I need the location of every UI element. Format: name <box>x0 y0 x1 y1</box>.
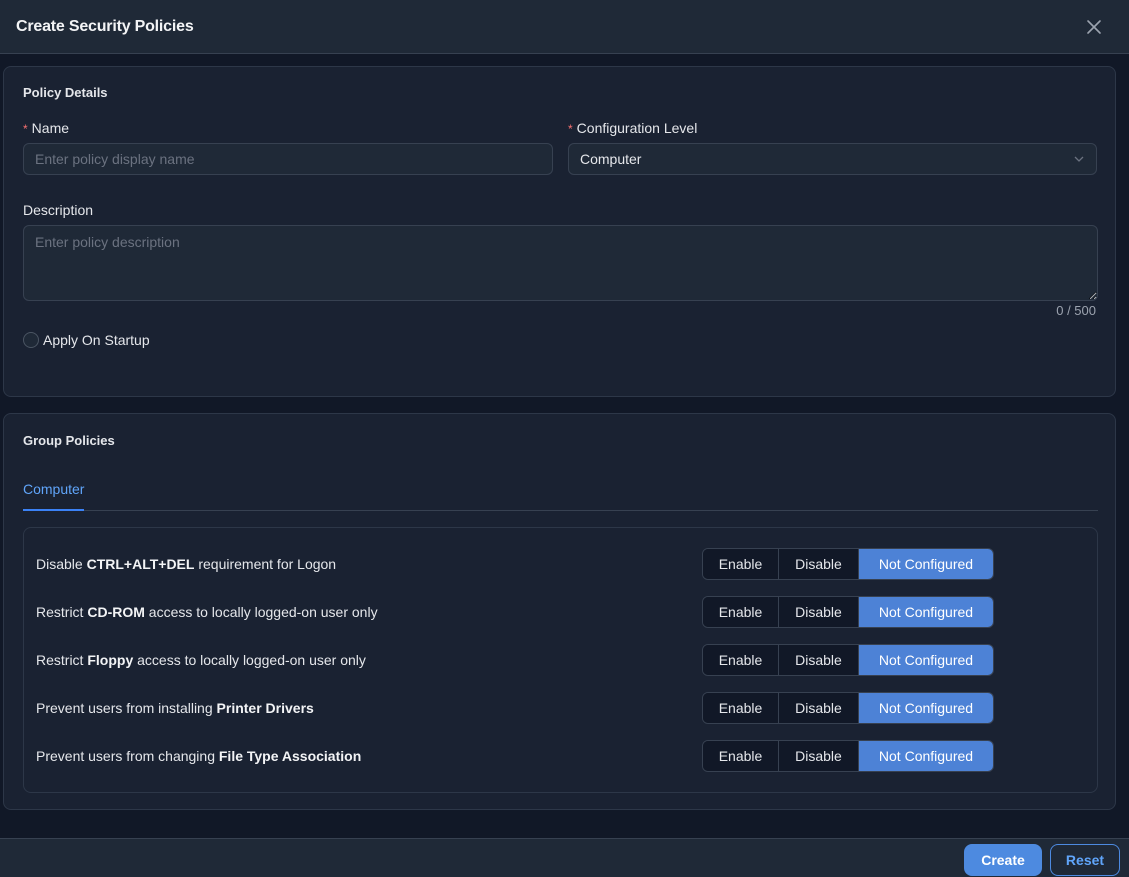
policy-row: Restrict CD-ROM access to locally logged… <box>24 596 1097 628</box>
name-label: * Name <box>23 120 70 136</box>
policy-label: Restrict Floppy access to locally logged… <box>36 652 366 668</box>
policy-option-group: Enable Disable Not Configured <box>702 548 994 580</box>
disable-button[interactable]: Disable <box>779 645 859 675</box>
not-configured-button[interactable]: Not Configured <box>859 645 993 675</box>
policy-option-group: Enable Disable Not Configured <box>702 740 994 772</box>
required-marker: * <box>568 122 573 136</box>
policy-label: Restrict CD-ROM access to locally logged… <box>36 604 378 620</box>
close-icon <box>1087 20 1101 34</box>
not-configured-button[interactable]: Not Configured <box>859 549 993 579</box>
policy-row: Prevent users from changing File Type As… <box>24 740 1097 772</box>
disable-button[interactable]: Disable <box>779 693 859 723</box>
policy-label: Prevent users from installing Printer Dr… <box>36 700 314 716</box>
policy-row: Restrict Floppy access to locally logged… <box>24 644 1097 676</box>
policy-details-card: Policy Details *Name *Configuration Leve… <box>3 66 1116 397</box>
tab-computer[interactable]: Computer <box>23 481 85 511</box>
close-button[interactable] <box>1083 16 1105 38</box>
create-button[interactable]: Create <box>964 844 1042 876</box>
not-configured-button[interactable]: Not Configured <box>859 693 993 723</box>
enable-button[interactable]: Enable <box>703 597 779 627</box>
policy-row: Prevent users from installing Printer Dr… <box>24 692 1097 724</box>
policy-option-group: Enable Disable Not Configured <box>702 596 994 628</box>
description-char-counter: 0 / 500 <box>1056 303 1096 318</box>
tab-bar-divider <box>23 510 1098 511</box>
name-input[interactable] <box>23 143 553 175</box>
reset-button[interactable]: Reset <box>1050 844 1120 876</box>
dialog-title: Create Security Policies <box>16 17 194 35</box>
policy-label: Disable CTRL+ALT+DEL requirement for Log… <box>36 556 337 572</box>
apply-on-startup-checkbox[interactable]: Apply On Startup <box>23 332 150 348</box>
description-label: Description <box>23 202 94 218</box>
policy-row: Disable CTRL+ALT+DEL requirement for Log… <box>24 548 1097 580</box>
configuration-level-label: * Configuration Level <box>568 120 698 136</box>
description-textarea[interactable] <box>23 225 1098 301</box>
policy-list: Disable CTRL+ALT+DEL requirement for Log… <box>23 527 1098 793</box>
disable-button[interactable]: Disable <box>779 549 859 579</box>
configuration-level-select[interactable]: Computer <box>568 143 1097 175</box>
policy-details-title: Policy Details <box>23 85 108 100</box>
enable-button[interactable]: Enable <box>703 549 779 579</box>
not-configured-button[interactable]: Not Configured <box>859 741 993 771</box>
enable-button[interactable]: Enable <box>703 741 779 771</box>
apply-on-startup-label: Apply On Startup <box>43 332 150 348</box>
chevron-down-icon <box>1074 156 1084 162</box>
policy-label: Prevent users from changing File Type As… <box>36 748 362 764</box>
disable-button[interactable]: Disable <box>779 741 859 771</box>
policy-option-group: Enable Disable Not Configured <box>702 644 994 676</box>
dialog-header: Create Security Policies <box>0 0 1129 54</box>
enable-button[interactable]: Enable <box>703 693 779 723</box>
group-policies-title: Group Policies <box>23 433 115 448</box>
enable-button[interactable]: Enable <box>703 645 779 675</box>
group-policies-card: Group Policies Computer Disable CTRL+ALT… <box>3 413 1116 810</box>
configuration-level-value: Computer <box>580 151 642 167</box>
checkbox-circle[interactable] <box>23 332 39 348</box>
dialog-footer: Create Reset <box>0 838 1129 877</box>
policy-option-group: Enable Disable Not Configured <box>702 692 994 724</box>
disable-button[interactable]: Disable <box>779 597 859 627</box>
required-marker: * <box>23 122 28 136</box>
not-configured-button[interactable]: Not Configured <box>859 597 993 627</box>
